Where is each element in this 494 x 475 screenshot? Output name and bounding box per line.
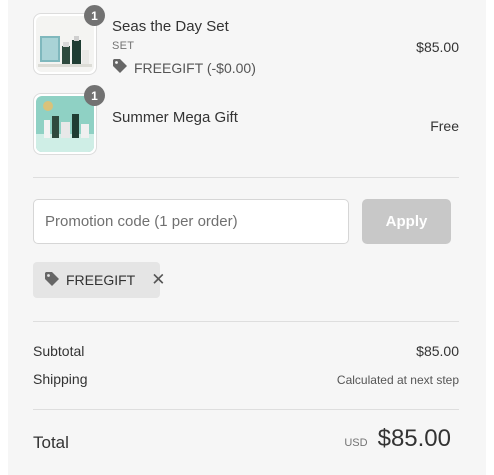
product-price: $85.00 bbox=[416, 39, 459, 55]
line-item: 1 Summer Mega Gift Free bbox=[33, 85, 459, 157]
applied-discount-chip: FREEGIFT ✕ bbox=[33, 262, 165, 298]
product-name: Seas the Day Set bbox=[112, 18, 229, 35]
total-label: Total bbox=[33, 433, 69, 452]
quantity-badge: 1 bbox=[84, 85, 105, 106]
product-name: Summer Mega Gift bbox=[112, 109, 238, 126]
quantity-badge: 1 bbox=[84, 5, 105, 26]
line-item: 1 Seas the Day Set SET FREEGIFT (-$0.00)… bbox=[33, 5, 459, 77]
product-variant: SET bbox=[112, 40, 135, 52]
total-amount: $85.00 bbox=[377, 425, 451, 452]
product-image-seas-the-day-set: 1 bbox=[33, 5, 105, 75]
remove-discount-icon[interactable]: ✕ bbox=[151, 270, 165, 290]
product-price: Free bbox=[430, 118, 459, 134]
discount-line: FREEGIFT (-$0.00) bbox=[112, 58, 256, 77]
divider bbox=[33, 321, 459, 322]
shipping-value: Calculated at next step bbox=[336, 373, 459, 387]
tag-icon bbox=[44, 271, 60, 290]
discount-text: FREEGIFT (-$0.00) bbox=[134, 59, 256, 76]
subtotal-value: $85.00 bbox=[416, 343, 459, 359]
currency-code: USD bbox=[344, 437, 368, 449]
total-amount-group: USD $85.00 bbox=[344, 425, 451, 453]
order-summary-panel: 1 Seas the Day Set SET FREEGIFT (-$0.00)… bbox=[8, 0, 486, 475]
subtotal-label: Subtotal bbox=[33, 343, 85, 359]
divider bbox=[33, 409, 459, 410]
product-image-summer-mega-gift: 1 bbox=[33, 85, 105, 155]
shipping-label: Shipping bbox=[33, 371, 88, 387]
promotion-code-input[interactable] bbox=[33, 199, 349, 244]
apply-button[interactable]: Apply bbox=[362, 199, 451, 244]
tag-icon bbox=[112, 58, 128, 77]
divider bbox=[33, 177, 459, 178]
applied-code-label: FREEGIFT bbox=[66, 272, 136, 288]
